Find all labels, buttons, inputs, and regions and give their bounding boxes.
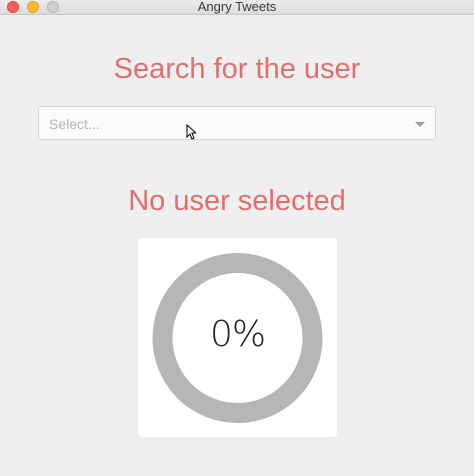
title-bar[interactable]: Angry Tweets: [0, 0, 474, 15]
progress-card: 0%: [138, 238, 337, 437]
selection-status-heading: No user selected: [128, 185, 346, 217]
progress-percent-label: 0%: [209, 314, 266, 355]
user-select-placeholder: Select...: [49, 116, 100, 132]
app-window: Angry Tweets Search for the user Select.…: [0, 0, 474, 476]
search-heading: Search for the user: [113, 53, 361, 85]
window-title: Angry Tweets: [197, 0, 277, 14]
user-select-dropdown[interactable]: Select...: [38, 106, 436, 140]
mouse-pointer-icon: [186, 124, 196, 140]
chevron-down-icon[interactable]: [415, 122, 425, 127]
